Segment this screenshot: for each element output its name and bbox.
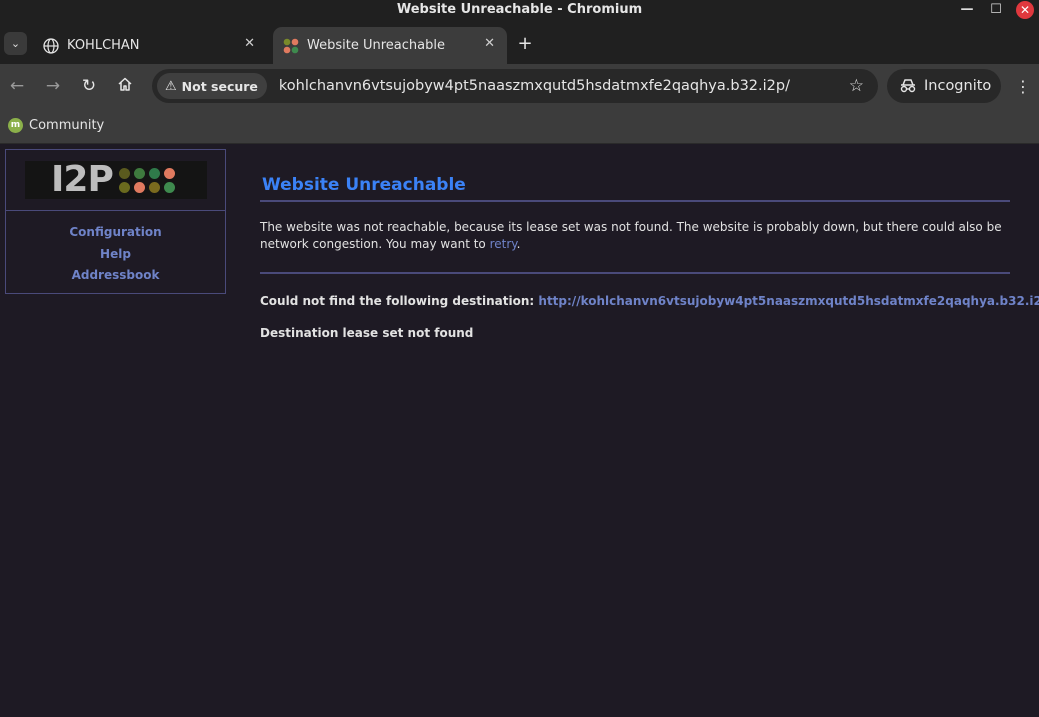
lease-status: Destination lease set not found [260,326,474,340]
page-title: Website Unreachable [262,175,466,195]
logo-dots [118,167,175,193]
tab-kohlchan[interactable]: KOHLCHAN ✕ [33,27,267,64]
plus-icon: + [517,32,533,54]
chevron-down-icon: ⌄ [10,37,21,50]
incognito-label: Incognito [924,78,992,94]
logo-dot [148,181,160,193]
home-icon [117,76,133,97]
forward-button[interactable]: → [41,74,65,98]
close-tab-icon[interactable]: ✕ [244,36,255,51]
back-button[interactable]: ← [5,74,29,98]
security-label: Not secure [181,78,258,94]
logo-dot [148,167,160,179]
logo-dot [118,181,130,193]
new-tab-button[interactable]: + [514,32,536,54]
tab-label: KOHLCHAN [67,38,140,53]
window-title: Website Unreachable - Chromium [396,2,643,17]
error-message-text: The website was not reachable, because i… [260,220,1002,251]
globe-icon [43,37,59,54]
retry-link[interactable]: retry [490,237,517,251]
reload-button[interactable]: ↻ [77,74,101,98]
home-button[interactable] [113,74,137,98]
error-message-end: . [516,237,521,251]
sidebar-link-help[interactable]: Help [6,244,225,266]
i2p-favicon [283,38,299,54]
tab-search-button[interactable]: ⌄ [4,32,27,55]
divider [260,272,1010,274]
logo-dot [118,167,130,179]
incognito-button[interactable]: Incognito [887,69,1001,103]
bookmark-star-icon[interactable]: ☆ [849,76,864,96]
i2p-sidebar: I2P Configuration Help Addressbook [5,149,226,294]
bookmark-community[interactable]: m Community [8,115,104,135]
warning-icon: ⚠ [165,78,177,94]
window-title-bar: Website Unreachable - Chromium — ☐ ✕ [0,0,1039,23]
kebab-menu-icon: ⋮ [1015,76,1031,96]
close-tab-icon[interactable]: ✕ [484,36,495,51]
bookmark-label: Community [29,117,105,133]
logo-dot [133,167,145,179]
close-icon[interactable]: ✕ [1016,1,1034,19]
error-message: The website was not reachable, because i… [260,219,1010,253]
url-text[interactable]: kohlchanvn6vtsujobyw4pt5naaszmxqutd5hsda… [279,78,790,94]
i2p-logo[interactable]: I2P [25,161,207,199]
menu-button[interactable]: ⋮ [1014,74,1032,98]
logo-dot [163,181,175,193]
address-bar[interactable]: ⚠ Not secure kohlchanvn6vtsujobyw4pt5naa… [152,69,878,103]
minimize-icon[interactable]: — [957,0,977,20]
tab-strip: ⌄ KOHLCHAN ✕ Website Unreachable ✕ + [0,23,1039,64]
logo-text: I2P [51,159,114,200]
tab-website-unreachable[interactable]: Website Unreachable ✕ [273,27,507,64]
security-chip[interactable]: ⚠ Not secure [157,73,267,99]
destination-link[interactable]: http://kohlchanvn6vtsujobyw4pt5naaszmxqu… [538,294,1039,308]
reload-icon: ↻ [81,76,97,96]
arrow-left-icon: ← [9,76,25,96]
tab-label: Website Unreachable [307,38,445,53]
divider [260,200,1010,202]
sidebar-links: Configuration Help Addressbook [6,222,225,287]
incognito-icon [899,79,917,93]
sidebar-link-addressbook[interactable]: Addressbook [6,265,225,287]
arrow-right-icon: → [45,76,61,96]
logo-dot [163,167,175,179]
page-content: I2P Configuration Help Addressbook Websi… [0,145,1039,717]
bookmarks-bar: m Community [0,108,1039,144]
browser-toolbar: ← → ↻ ⚠ Not secure kohlchanvn6vtsujobyw4… [0,64,1039,108]
maximize-icon[interactable]: ☐ [986,0,1006,20]
sidebar-link-configuration[interactable]: Configuration [6,222,225,244]
logo-dot [133,181,145,193]
sidebar-divider [6,210,225,211]
destination-label: Could not find the following destination… [260,294,539,308]
destination-line: Could not find the following destination… [260,294,1039,308]
linux-mint-icon: m [8,117,23,133]
